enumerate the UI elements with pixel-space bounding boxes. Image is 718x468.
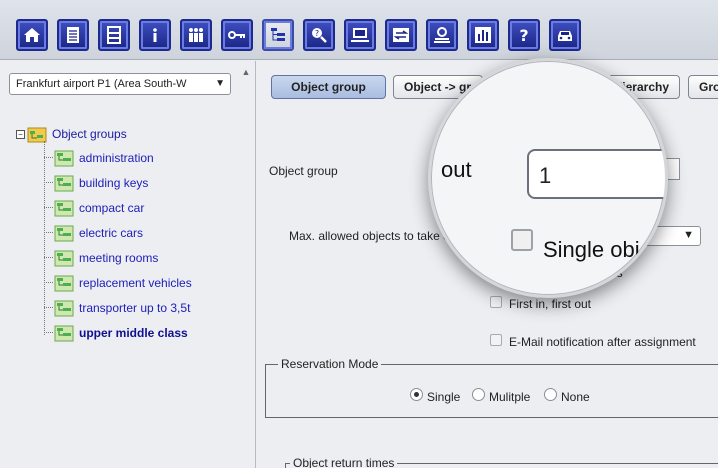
return-times-fieldset: Object return times: [285, 456, 718, 468]
reservation-none-label: None: [561, 390, 590, 404]
max-allowed-label: Max. allowed objects to take o: [289, 229, 450, 243]
email-notification-checkbox[interactable]: [490, 334, 502, 346]
tree-item[interactable]: administration: [44, 145, 192, 170]
tab-group-more[interactable]: Gro: [688, 75, 718, 99]
panels-icon: [107, 26, 121, 44]
tree-item-selected[interactable]: upper middle class: [44, 320, 192, 345]
car-button[interactable]: [549, 19, 581, 51]
area-select-value: Frankfurt airport P1 (Area South-W: [16, 78, 187, 90]
group-icon: [54, 300, 74, 316]
info-icon: [153, 28, 157, 42]
email-notification-label: E-Mail notification after assignment: [509, 335, 696, 349]
info-button[interactable]: [139, 19, 171, 51]
area-select[interactable]: Frankfurt airport P1 (Area South-W ▼: [9, 73, 231, 95]
tree-item[interactable]: meeting rooms: [44, 245, 192, 270]
group-icon: [54, 250, 74, 266]
tree-item-label: transporter up to 3,5t: [79, 300, 191, 315]
tree-item[interactable]: electric cars: [44, 220, 192, 245]
search-icon: ?: [312, 28, 327, 43]
object-group-label: Object group: [269, 164, 338, 178]
fifo-label: First in, first out: [509, 297, 592, 311]
reservation-single-radio[interactable]: [410, 388, 423, 401]
dropdown-arrow-icon: ▼: [215, 78, 225, 89]
return-icon: [434, 27, 450, 43]
help-button[interactable]: ?: [508, 19, 540, 51]
tree-root-label: Object groups: [52, 127, 127, 141]
computer-icon: [351, 28, 369, 42]
tree-children: administration building keys compact car…: [44, 141, 192, 345]
people-button[interactable]: [180, 19, 212, 51]
svg-text:?: ?: [519, 26, 528, 45]
left-panel: Frankfurt airport P1 (Area South-W ▼ ▲ −…: [0, 61, 256, 468]
reservation-none-radio[interactable]: [544, 388, 557, 401]
people-icon: [189, 28, 203, 42]
magnified-checkbox-label: Single obj: [543, 237, 640, 262]
scroll-up-icon[interactable]: ▲: [240, 67, 252, 79]
svg-text:?: ?: [315, 29, 319, 38]
object-groups-tree: − Object groups administration building …: [16, 123, 192, 345]
statistics-button[interactable]: [467, 19, 499, 51]
return-times-legend: Object return times: [290, 456, 398, 468]
tree-item[interactable]: compact car: [44, 195, 192, 220]
object-tree-button[interactable]: [262, 19, 294, 51]
list-button[interactable]: [57, 19, 89, 51]
group-icon: [54, 325, 74, 341]
magnified-input[interactable]: 1: [527, 149, 665, 199]
group-icon: [54, 225, 74, 241]
tree-item-label: compact car: [79, 200, 145, 215]
tree-item-label: building keys: [79, 175, 149, 190]
tree-item[interactable]: building keys: [44, 170, 192, 195]
group-icon: [54, 275, 74, 291]
return-button[interactable]: [426, 19, 458, 51]
key-icon: [228, 31, 245, 39]
panels-button[interactable]: [98, 19, 130, 51]
tree-item[interactable]: transporter up to 3,5t: [44, 295, 192, 320]
object-tree-icon: [271, 28, 285, 41]
reservation-mode-legend: Reservation Mode: [278, 357, 382, 371]
home-button[interactable]: [16, 19, 48, 51]
tree-item-label: administration: [79, 150, 154, 165]
tab-object-group[interactable]: Object group: [271, 75, 386, 99]
home-icon: [24, 28, 40, 42]
group-icon: [54, 200, 74, 216]
main-toolbar: ? ?: [0, 0, 718, 60]
group-icon: [54, 150, 74, 166]
reservation-multiple-radio[interactable]: [472, 388, 485, 401]
group-icon: [54, 175, 74, 191]
tree-item-label: electric cars: [79, 225, 144, 240]
search-button[interactable]: ?: [303, 19, 335, 51]
reservation-multiple-label: Mulitple: [489, 390, 531, 404]
car-icon: [558, 31, 572, 41]
tree-item-label: meeting rooms: [79, 250, 159, 265]
key-button[interactable]: [221, 19, 253, 51]
magnifier-lens: out 1 Single obj: [428, 58, 668, 298]
magnified-checkbox[interactable]: [511, 229, 533, 251]
tree-item[interactable]: replacement vehicles: [44, 270, 192, 295]
help-icon: ?: [519, 26, 528, 45]
reservation-single-label: Single: [427, 390, 461, 404]
magnified-out-text: out: [441, 157, 472, 182]
dropdown-arrow-icon: ▼: [683, 229, 694, 241]
swap-icon: [393, 28, 409, 42]
tree-root[interactable]: − Object groups: [16, 123, 192, 145]
tree-item-label: replacement vehicles: [79, 275, 192, 290]
computer-button[interactable]: [344, 19, 376, 51]
swap-button[interactable]: [385, 19, 417, 51]
collapse-icon[interactable]: −: [16, 129, 25, 139]
statistics-icon: [475, 27, 491, 43]
tree-item-label: upper middle class: [79, 325, 188, 340]
fifo-checkbox[interactable]: [490, 296, 502, 308]
list-icon: [67, 27, 79, 43]
